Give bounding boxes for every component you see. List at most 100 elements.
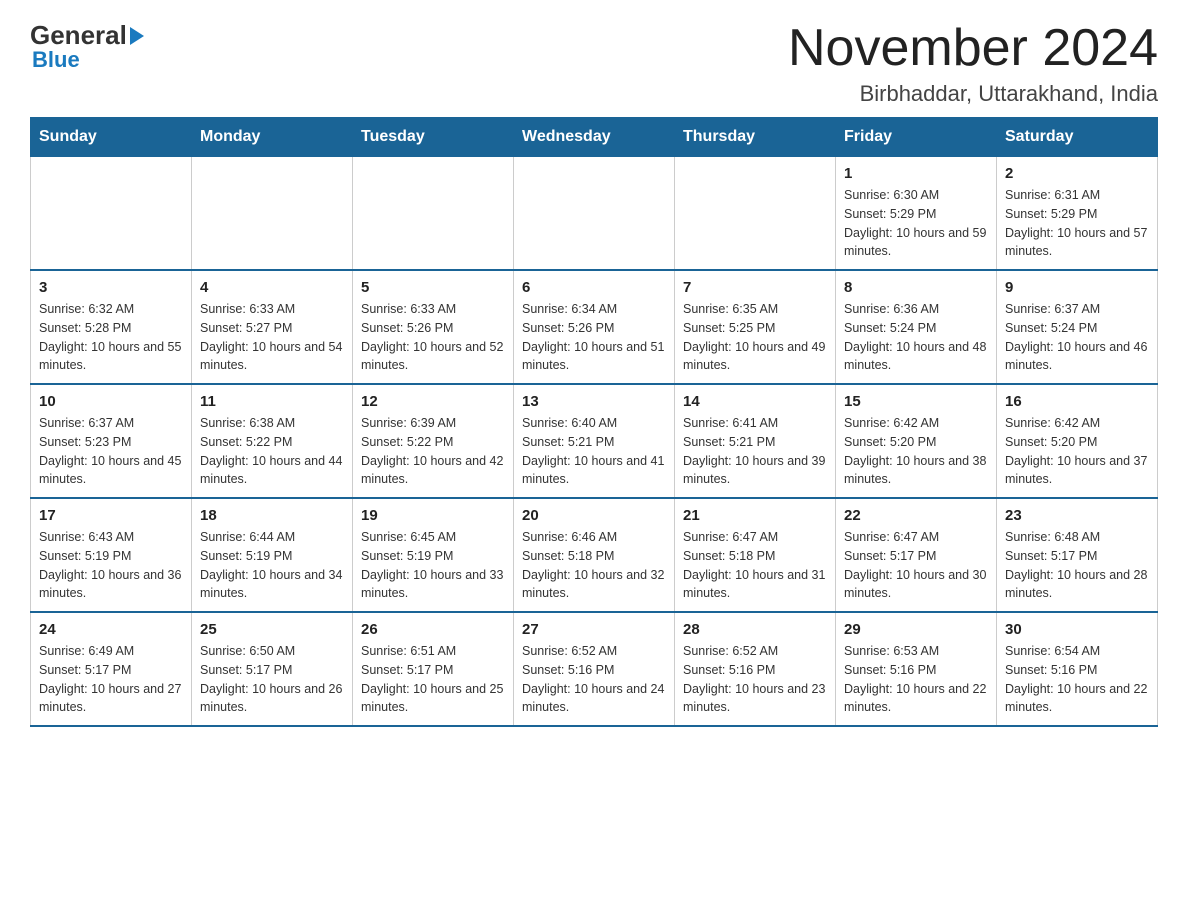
calendar-cell bbox=[353, 157, 514, 271]
calendar-table: SundayMondayTuesdayWednesdayThursdayFrid… bbox=[30, 117, 1158, 727]
calendar-cell bbox=[192, 157, 353, 271]
day-info: Sunrise: 6:37 AM Sunset: 5:24 PM Dayligh… bbox=[1005, 300, 1149, 375]
day-number: 4 bbox=[200, 279, 344, 296]
day-info: Sunrise: 6:42 AM Sunset: 5:20 PM Dayligh… bbox=[1005, 414, 1149, 489]
calendar-cell: 6 Sunrise: 6:34 AM Sunset: 5:26 PM Daylig… bbox=[514, 270, 675, 384]
calendar-cell: 18 Sunrise: 6:44 AM Sunset: 5:19 PM Dayli… bbox=[192, 498, 353, 612]
calendar-cell: 13 Sunrise: 6:40 AM Sunset: 5:21 PM Dayli… bbox=[514, 384, 675, 498]
calendar-cell: 3Sunrise: 6:32 AM Sunset: 5:28 PM Daylig… bbox=[31, 270, 192, 384]
calendar-cell bbox=[675, 157, 836, 271]
calendar-cell: 15 Sunrise: 6:42 AM Sunset: 5:20 PM Dayli… bbox=[836, 384, 997, 498]
day-info: Sunrise: 6:34 AM Sunset: 5:26 PM Dayligh… bbox=[522, 300, 666, 375]
weekday-header-sunday: Sunday bbox=[31, 118, 192, 157]
day-info: Sunrise: 6:33 AM Sunset: 5:27 PM Dayligh… bbox=[200, 300, 344, 375]
day-info: Sunrise: 6:33 AM Sunset: 5:26 PM Dayligh… bbox=[361, 300, 505, 375]
day-number: 27 bbox=[522, 621, 666, 638]
title-block: November 2024 Birbhaddar, Uttarakhand, I… bbox=[788, 20, 1158, 107]
weekday-header-monday: Monday bbox=[192, 118, 353, 157]
calendar-cell: 16 Sunrise: 6:42 AM Sunset: 5:20 PM Dayli… bbox=[997, 384, 1158, 498]
day-info: Sunrise: 6:54 AM Sunset: 5:16 PM Dayligh… bbox=[1005, 642, 1149, 717]
day-number: 14 bbox=[683, 393, 827, 410]
day-info: Sunrise: 6:44 AM Sunset: 5:19 PM Dayligh… bbox=[200, 528, 344, 603]
calendar-cell: 27 Sunrise: 6:52 AM Sunset: 5:16 PM Dayli… bbox=[514, 612, 675, 726]
day-number: 28 bbox=[683, 621, 827, 638]
day-number: 20 bbox=[522, 507, 666, 524]
calendar-cell: 23 Sunrise: 6:48 AM Sunset: 5:17 PM Dayli… bbox=[997, 498, 1158, 612]
weekday-header-wednesday: Wednesday bbox=[514, 118, 675, 157]
calendar-week-row: 24 Sunrise: 6:49 AM Sunset: 5:17 PM Dayli… bbox=[31, 612, 1158, 726]
calendar-cell: 29 Sunrise: 6:53 AM Sunset: 5:16 PM Dayli… bbox=[836, 612, 997, 726]
weekday-header-thursday: Thursday bbox=[675, 118, 836, 157]
day-info: Sunrise: 6:30 AM Sunset: 5:29 PM Dayligh… bbox=[844, 186, 988, 261]
day-number: 7 bbox=[683, 279, 827, 296]
day-info: Sunrise: 6:41 AM Sunset: 5:21 PM Dayligh… bbox=[683, 414, 827, 489]
day-info: Sunrise: 6:51 AM Sunset: 5:17 PM Dayligh… bbox=[361, 642, 505, 717]
day-number: 29 bbox=[844, 621, 988, 638]
weekday-header-tuesday: Tuesday bbox=[353, 118, 514, 157]
calendar-cell: 17 Sunrise: 6:43 AM Sunset: 5:19 PM Dayli… bbox=[31, 498, 192, 612]
calendar-cell: 19 Sunrise: 6:45 AM Sunset: 5:19 PM Dayli… bbox=[353, 498, 514, 612]
day-info: Sunrise: 6:36 AM Sunset: 5:24 PM Dayligh… bbox=[844, 300, 988, 375]
day-info: Sunrise: 6:43 AM Sunset: 5:19 PM Dayligh… bbox=[39, 528, 183, 603]
day-info: Sunrise: 6:49 AM Sunset: 5:17 PM Dayligh… bbox=[39, 642, 183, 717]
calendar-cell bbox=[514, 157, 675, 271]
day-number: 11 bbox=[200, 393, 344, 410]
day-number: 30 bbox=[1005, 621, 1149, 638]
weekday-header-saturday: Saturday bbox=[997, 118, 1158, 157]
calendar-cell: 26 Sunrise: 6:51 AM Sunset: 5:17 PM Dayli… bbox=[353, 612, 514, 726]
day-info: Sunrise: 6:31 AM Sunset: 5:29 PM Dayligh… bbox=[1005, 186, 1149, 261]
day-number: 9 bbox=[1005, 279, 1149, 296]
day-info: Sunrise: 6:45 AM Sunset: 5:19 PM Dayligh… bbox=[361, 528, 505, 603]
day-info: Sunrise: 6:40 AM Sunset: 5:21 PM Dayligh… bbox=[522, 414, 666, 489]
calendar-cell: 12 Sunrise: 6:39 AM Sunset: 5:22 PM Dayli… bbox=[353, 384, 514, 498]
day-number: 17 bbox=[39, 507, 183, 524]
day-info: Sunrise: 6:35 AM Sunset: 5:25 PM Dayligh… bbox=[683, 300, 827, 375]
day-number: 21 bbox=[683, 507, 827, 524]
calendar-cell: 11 Sunrise: 6:38 AM Sunset: 5:22 PM Dayli… bbox=[192, 384, 353, 498]
day-info: Sunrise: 6:37 AM Sunset: 5:23 PM Dayligh… bbox=[39, 414, 183, 489]
day-number: 10 bbox=[39, 393, 183, 410]
day-info: Sunrise: 6:52 AM Sunset: 5:16 PM Dayligh… bbox=[522, 642, 666, 717]
calendar-cell: 20 Sunrise: 6:46 AM Sunset: 5:18 PM Dayli… bbox=[514, 498, 675, 612]
day-info: Sunrise: 6:53 AM Sunset: 5:16 PM Dayligh… bbox=[844, 642, 988, 717]
day-number: 18 bbox=[200, 507, 344, 524]
calendar-cell: 8 Sunrise: 6:36 AM Sunset: 5:24 PM Daylig… bbox=[836, 270, 997, 384]
calendar-cell: 28 Sunrise: 6:52 AM Sunset: 5:16 PM Dayli… bbox=[675, 612, 836, 726]
day-info: Sunrise: 6:50 AM Sunset: 5:17 PM Dayligh… bbox=[200, 642, 344, 717]
day-number: 12 bbox=[361, 393, 505, 410]
day-number: 13 bbox=[522, 393, 666, 410]
day-info: Sunrise: 6:38 AM Sunset: 5:22 PM Dayligh… bbox=[200, 414, 344, 489]
calendar-cell bbox=[31, 157, 192, 271]
day-number: 6 bbox=[522, 279, 666, 296]
calendar-week-row: 1 Sunrise: 6:30 AM Sunset: 5:29 PM Daylig… bbox=[31, 157, 1158, 271]
calendar-week-row: 17 Sunrise: 6:43 AM Sunset: 5:19 PM Dayli… bbox=[31, 498, 1158, 612]
day-number: 15 bbox=[844, 393, 988, 410]
day-number: 8 bbox=[844, 279, 988, 296]
calendar-cell: 4 Sunrise: 6:33 AM Sunset: 5:27 PM Daylig… bbox=[192, 270, 353, 384]
calendar-cell: 9 Sunrise: 6:37 AM Sunset: 5:24 PM Daylig… bbox=[997, 270, 1158, 384]
day-info: Sunrise: 6:39 AM Sunset: 5:22 PM Dayligh… bbox=[361, 414, 505, 489]
calendar-cell: 30 Sunrise: 6:54 AM Sunset: 5:16 PM Dayli… bbox=[997, 612, 1158, 726]
main-title: November 2024 bbox=[788, 20, 1158, 77]
logo-arrow-icon bbox=[130, 27, 144, 45]
day-number: 24 bbox=[39, 621, 183, 638]
calendar-cell: 25Sunrise: 6:50 AM Sunset: 5:17 PM Dayli… bbox=[192, 612, 353, 726]
calendar-cell: 22Sunrise: 6:47 AM Sunset: 5:17 PM Dayli… bbox=[836, 498, 997, 612]
day-number: 23 bbox=[1005, 507, 1149, 524]
day-info: Sunrise: 6:52 AM Sunset: 5:16 PM Dayligh… bbox=[683, 642, 827, 717]
day-info: Sunrise: 6:32 AM Sunset: 5:28 PM Dayligh… bbox=[39, 300, 183, 375]
day-info: Sunrise: 6:47 AM Sunset: 5:17 PM Dayligh… bbox=[844, 528, 988, 603]
day-number: 26 bbox=[361, 621, 505, 638]
calendar-cell: 21Sunrise: 6:47 AM Sunset: 5:18 PM Dayli… bbox=[675, 498, 836, 612]
subtitle: Birbhaddar, Uttarakhand, India bbox=[788, 81, 1158, 107]
day-info: Sunrise: 6:46 AM Sunset: 5:18 PM Dayligh… bbox=[522, 528, 666, 603]
day-number: 16 bbox=[1005, 393, 1149, 410]
day-info: Sunrise: 6:42 AM Sunset: 5:20 PM Dayligh… bbox=[844, 414, 988, 489]
weekday-header-friday: Friday bbox=[836, 118, 997, 157]
day-number: 1 bbox=[844, 165, 988, 182]
day-number: 19 bbox=[361, 507, 505, 524]
calendar-cell: 5Sunrise: 6:33 AM Sunset: 5:26 PM Daylig… bbox=[353, 270, 514, 384]
calendar-cell: 14 Sunrise: 6:41 AM Sunset: 5:21 PM Dayli… bbox=[675, 384, 836, 498]
day-info: Sunrise: 6:48 AM Sunset: 5:17 PM Dayligh… bbox=[1005, 528, 1149, 603]
calendar-cell: 7 Sunrise: 6:35 AM Sunset: 5:25 PM Daylig… bbox=[675, 270, 836, 384]
